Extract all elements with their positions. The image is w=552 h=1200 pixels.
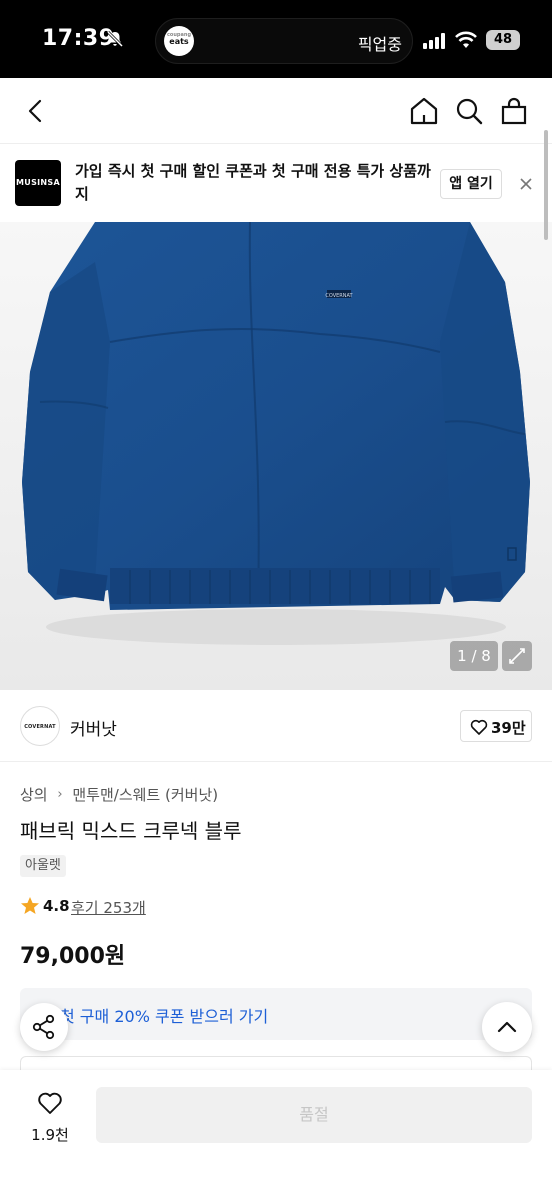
product-price: 79,000원 [20, 944, 126, 969]
coupon-banner[interactable]: 첫 구매 20% 쿠폰 받으러 가기 [20, 988, 532, 1040]
app-install-banner: MUSINSA 가입 즉시 첫 구매 할인 쿠폰과 첫 구매 전용 특가 상품까… [0, 144, 552, 222]
share-icon [32, 1014, 55, 1040]
bottom-purchase-bar: 1.9천 품절 [0, 1070, 552, 1200]
wishlist-button[interactable]: 1.9천 [20, 1088, 80, 1148]
status-time: 17:39 [42, 26, 115, 51]
battery-indicator: 48 [486, 30, 520, 50]
banner-message: 가입 즉시 첫 구매 할인 쿠폰과 첫 구매 전용 특가 상품까지 [75, 162, 431, 203]
breadcrumb: 상의 › 맨투맨/스웨트 (커버낫) [20, 784, 218, 805]
product-image-gallery[interactable]: COVERNAT 1 / 8 [0, 222, 552, 690]
brand-like-button[interactable]: 39만 [460, 710, 532, 742]
shopping-bag-icon[interactable] [499, 96, 529, 126]
outlet-tag: 아울렛 [20, 855, 66, 877]
musinsa-logo: MUSINSA [15, 160, 61, 206]
cellular-signal-icon [423, 33, 449, 49]
product-title: 패브릭 믹스드 크루넥 블루 [20, 819, 242, 843]
expand-icon [509, 648, 525, 664]
open-app-button[interactable]: 앱 열기 [440, 169, 502, 199]
scroll-to-top-button[interactable] [482, 1002, 532, 1052]
reviews-link[interactable]: 후기 253개 [71, 897, 146, 918]
coupang-eats-logo: coupang eats [164, 26, 194, 56]
dynamic-island[interactable]: coupang eats 픽업중 [155, 18, 413, 64]
rating-value: 4.8 [43, 897, 70, 915]
sold-out-button[interactable]: 품절 [96, 1087, 532, 1143]
garment-logo-label: COVERNAT [325, 293, 353, 299]
close-icon[interactable] [518, 176, 534, 192]
star-icon [21, 897, 39, 914]
search-icon[interactable] [454, 96, 484, 126]
chevron-right-icon: › [57, 787, 63, 802]
product-photo-sweatshirt: COVERNAT [22, 222, 530, 645]
expand-image-button[interactable] [502, 641, 532, 671]
bell-off-icon [106, 30, 124, 48]
top-navigation [0, 78, 552, 144]
back-icon[interactable] [22, 96, 52, 126]
share-button[interactable] [20, 1003, 68, 1051]
wifi-icon [455, 31, 477, 48]
status-bar: 17:39 coupang eats 픽업중 48 [0, 0, 552, 78]
image-counter: 1 / 8 [450, 641, 498, 671]
heart-icon [38, 1092, 62, 1114]
pickup-status: 픽업중 [357, 35, 402, 54]
brand-row[interactable]: COVERNAT 커버낫 39만 [0, 690, 552, 762]
brand-name[interactable]: 커버낫 [70, 715, 117, 740]
brand-like-count: 39만 [491, 719, 526, 737]
home-icon[interactable] [409, 96, 439, 126]
breadcrumb-category[interactable]: 상의 [20, 784, 48, 805]
wishlist-count: 1.9천 [31, 1126, 69, 1144]
heart-icon [470, 719, 488, 735]
coupon-text[interactable]: 첫 구매 20% 쿠폰 받으러 가기 [60, 1003, 268, 1027]
breadcrumb-subcategory[interactable]: 맨투맨/스웨트 (커버낫) [72, 784, 218, 805]
brand-logo[interactable]: COVERNAT [20, 706, 60, 746]
page-scrollbar[interactable] [544, 130, 548, 240]
chevron-up-icon [497, 1021, 517, 1033]
